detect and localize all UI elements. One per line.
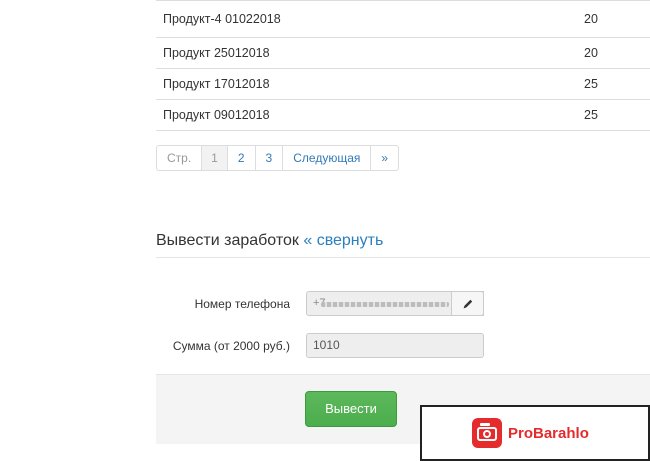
phone-label: Номер телефона <box>194 297 290 311</box>
camera-icon <box>472 418 502 448</box>
product-qty: 20 <box>584 46 598 60</box>
table-row: Продукт 09012018 25 <box>156 100 650 131</box>
page-3-button[interactable]: 3 <box>254 146 283 170</box>
withdraw-title: Вывести заработок <box>156 232 299 249</box>
withdraw-submit-button[interactable]: Вывести <box>305 391 397 427</box>
watermark-brand: ProBarahlo <box>508 424 589 442</box>
products-table: Продукт-4 01022018 20 Продукт 25012018 2… <box>156 0 650 131</box>
product-name: Продукт 17012018 <box>163 77 270 91</box>
phone-redaction <box>321 302 449 307</box>
product-qty: 25 <box>584 77 598 91</box>
product-name: Продукт 25012018 <box>163 46 270 60</box>
page-2-button[interactable]: 2 <box>226 146 255 170</box>
section-divider <box>156 257 650 258</box>
withdraw-section-title: Вывести заработок « свернуть <box>156 232 383 250</box>
product-qty: 25 <box>584 108 598 122</box>
watermark-badge: ProBarahlo <box>420 405 650 461</box>
pagination: Стр. 1 2 3 Следующая » <box>156 145 400 171</box>
pagination-label: Стр. <box>167 151 192 165</box>
page-1-button[interactable]: 1 <box>201 146 227 170</box>
product-qty: 20 <box>584 12 598 26</box>
next-page-button[interactable]: Следующая <box>282 146 370 170</box>
product-name: Продукт-4 01022018 <box>163 12 281 26</box>
last-page-button[interactable]: » <box>370 146 398 170</box>
edit-phone-button[interactable] <box>451 291 484 316</box>
collapse-link[interactable]: « свернуть <box>303 232 383 249</box>
pencil-icon <box>463 299 472 308</box>
table-row: Продукт 25012018 20 <box>156 38 650 69</box>
table-row: Продукт-4 01022018 20 <box>156 1 650 38</box>
product-name: Продукт 09012018 <box>163 108 270 122</box>
amount-field[interactable]: 1010 <box>306 333 484 358</box>
amount-label: Сумма (от 2000 руб.) <box>172 339 290 353</box>
table-row: Продукт 17012018 25 <box>156 69 650 100</box>
